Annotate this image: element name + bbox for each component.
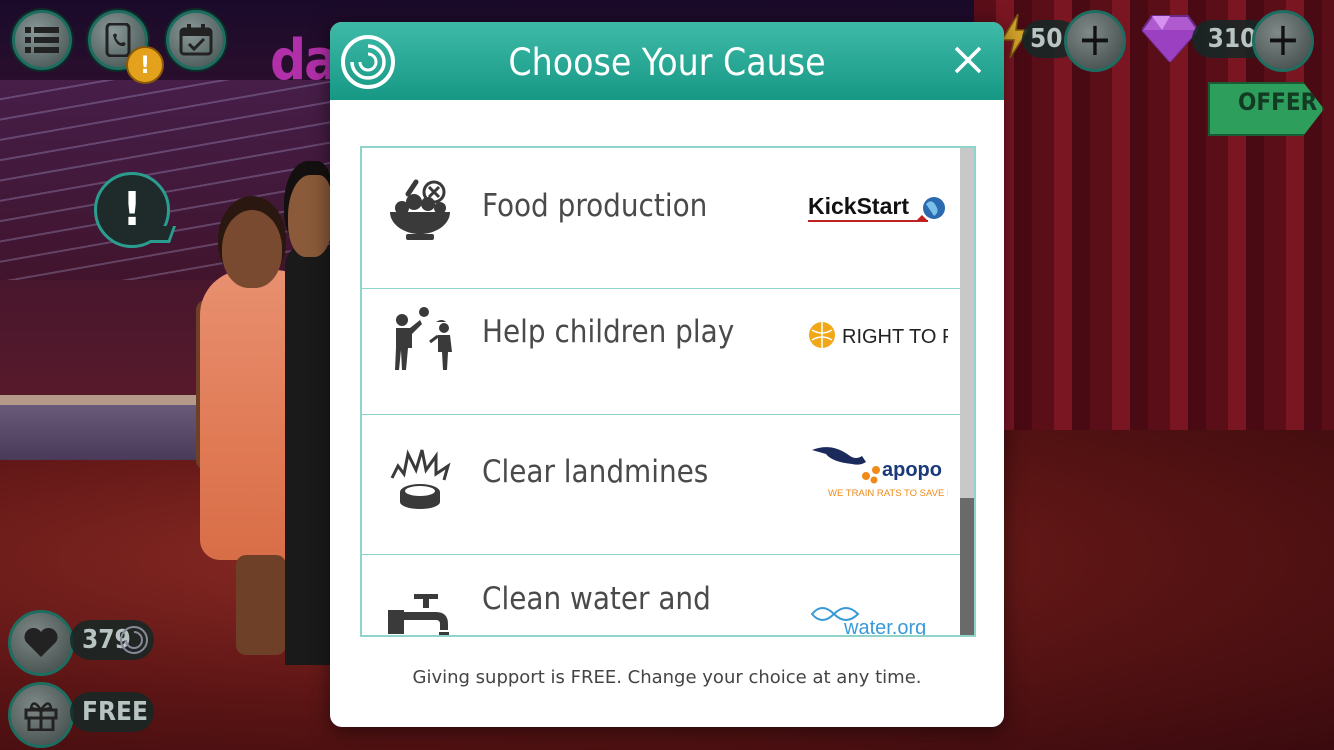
scrollbar-thumb[interactable]	[960, 498, 974, 635]
cause-label: Help children play	[482, 314, 735, 350]
alert-bubble[interactable]: !	[94, 172, 170, 248]
offer-label: OFFER	[1238, 88, 1318, 116]
partner-tagline: WE TRAIN RATS TO SAVE LIVES	[828, 488, 948, 499]
phone-icon	[105, 23, 131, 57]
gift-label: FREE	[70, 692, 154, 732]
partner-name: RIGHT TO PLAY	[842, 326, 948, 348]
gift-icon	[24, 702, 58, 731]
kickstart-logo: KickStart	[808, 193, 945, 222]
cause-label: Food production	[482, 188, 708, 224]
offer-tag[interactable]: OFFER	[1208, 82, 1324, 136]
game-logo: da	[270, 28, 338, 93]
dialog-footer-note: Giving support is FREE. Change your choi…	[412, 667, 922, 688]
apopo-logo: apopo WE TRAIN RATS TO SAVE LIVES	[812, 447, 948, 499]
menu-button[interactable]	[12, 10, 72, 70]
calendar-check-icon	[179, 24, 213, 56]
dialog-title: Choose Your Cause	[508, 41, 826, 84]
partner-name: apopo	[882, 459, 942, 481]
avatar-woman-legs	[236, 555, 286, 655]
heart-icon	[24, 627, 58, 657]
add-gems-button[interactable]: +	[1252, 10, 1314, 72]
warning-badge: !	[126, 46, 164, 84]
right-to-play-logo: RIGHT TO PLAY	[809, 322, 948, 348]
gem-icon	[1142, 15, 1198, 62]
water-org-logo: water.org	[810, 607, 926, 637]
add-energy-button[interactable]: +	[1064, 10, 1126, 72]
gift-button[interactable]	[8, 682, 74, 748]
choose-cause-dialog: Choose Your Cause Food production KickSt…	[330, 22, 1004, 727]
cause-label: Clean water and	[482, 581, 711, 617]
landmine-icon	[390, 449, 451, 509]
swirl-icon	[120, 626, 148, 654]
dialog-header: Choose Your Cause	[330, 22, 1004, 100]
water-tap-icon	[388, 594, 449, 635]
cause-item-clean-water[interactable]: Clean water and water.org	[362, 554, 960, 637]
cause-list[interactable]: Food production KickStart Help children …	[360, 146, 976, 637]
partner-name: KickStart	[808, 193, 909, 219]
avatar-woman-head	[222, 210, 282, 288]
cause-label: Clear landmines	[482, 454, 709, 490]
menu-list-icon	[25, 27, 59, 53]
hearts-button[interactable]	[8, 610, 74, 676]
avatar-man-head	[288, 175, 332, 257]
partner-name: water.org	[843, 617, 926, 637]
close-icon[interactable]	[950, 42, 986, 78]
cause-item-clear-landmines[interactable]: Clear landmines apopo WE TRAIN RATS TO S…	[362, 414, 960, 555]
food-bowl-icon	[390, 179, 450, 240]
cause-item-help-children-play[interactable]: Help children play RIGHT TO PLAY	[362, 274, 960, 415]
children-play-icon	[395, 307, 452, 370]
calendar-button[interactable]	[166, 10, 226, 70]
alert-symbol: !	[122, 182, 142, 236]
list-scrollbar[interactable]	[960, 148, 974, 635]
cause-item-food-production[interactable]: Food production KickStart	[362, 148, 960, 289]
